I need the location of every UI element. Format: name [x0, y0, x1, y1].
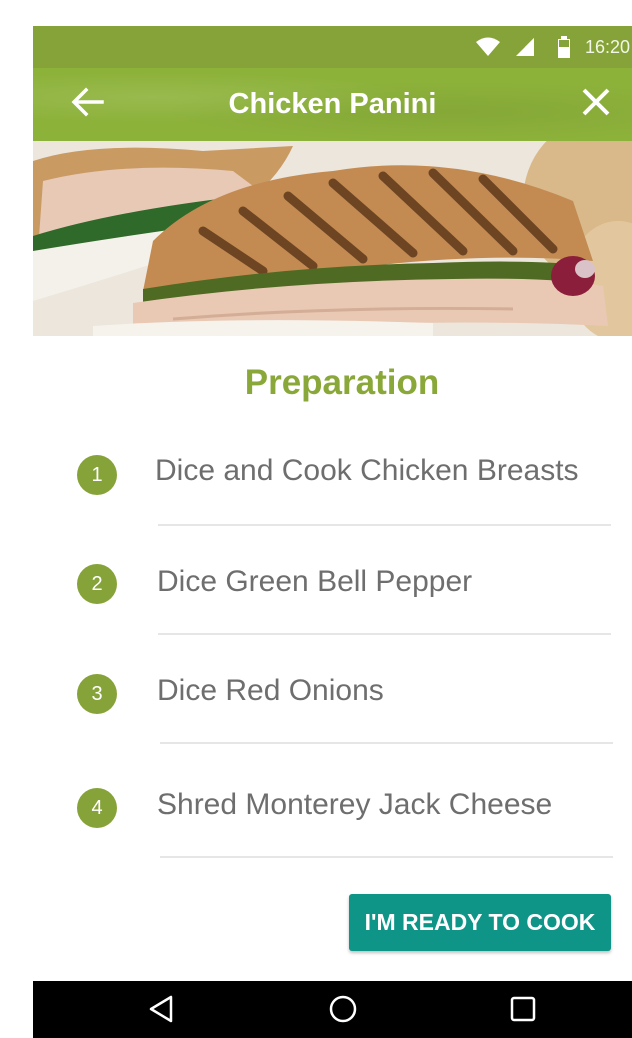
step-text: Shred Monterey Jack Cheese [157, 788, 553, 821]
nav-recents-icon [508, 994, 538, 1029]
page-title: Chicken Panini [228, 88, 437, 120]
screen-left-margin [0, 0, 33, 1038]
preparation-title: Preparation [244, 363, 440, 402]
list-item[interactable]: 4 Shred Monterey Jack Cheese [33, 778, 632, 888]
cell-signal-icon [515, 37, 535, 57]
list-item[interactable]: 3 Dice Red Onions [33, 666, 632, 776]
divider [160, 856, 613, 858]
status-bar: 16:20 [33, 26, 632, 68]
status-time: 16:20 [584, 36, 630, 57]
wifi-icon [475, 37, 501, 57]
step-number-badge: 1 [77, 455, 117, 495]
step-text: Dice Green Bell Pepper [157, 565, 473, 598]
step-number-badge: 3 [77, 674, 117, 714]
battery-icon [557, 36, 571, 58]
nav-home-icon [328, 994, 358, 1029]
screen-top-margin [0, 0, 632, 26]
close-icon [581, 87, 611, 122]
divider [158, 633, 611, 635]
step-text: Dice and Cook Chicken Breasts [155, 454, 579, 487]
list-item[interactable]: 2 Dice Green Bell Pepper [33, 557, 632, 667]
navigation-bar [33, 981, 632, 1038]
nav-recents-button[interactable] [503, 991, 543, 1031]
nav-back-button[interactable] [142, 991, 182, 1031]
back-button[interactable] [67, 84, 107, 124]
divider [158, 524, 611, 526]
step-text: Dice Red Onions [157, 674, 384, 707]
arrow-left-icon [70, 87, 104, 122]
panini-sandwich-photo [33, 141, 632, 336]
close-button[interactable] [576, 84, 616, 124]
app-screen: 16:20 Chicken Panini Preparation 1 Dice … [33, 26, 632, 1038]
ready-to-cook-button[interactable]: I'M READY TO COOK [349, 894, 611, 951]
divider [160, 742, 613, 744]
app-bar: Chicken Panini [33, 68, 632, 141]
step-number-badge: 2 [77, 564, 117, 604]
list-item[interactable]: 1 Dice and Cook Chicken Breasts [33, 447, 632, 557]
nav-home-button[interactable] [323, 991, 363, 1031]
step-number-badge: 4 [77, 788, 117, 828]
nav-back-icon [147, 994, 177, 1029]
